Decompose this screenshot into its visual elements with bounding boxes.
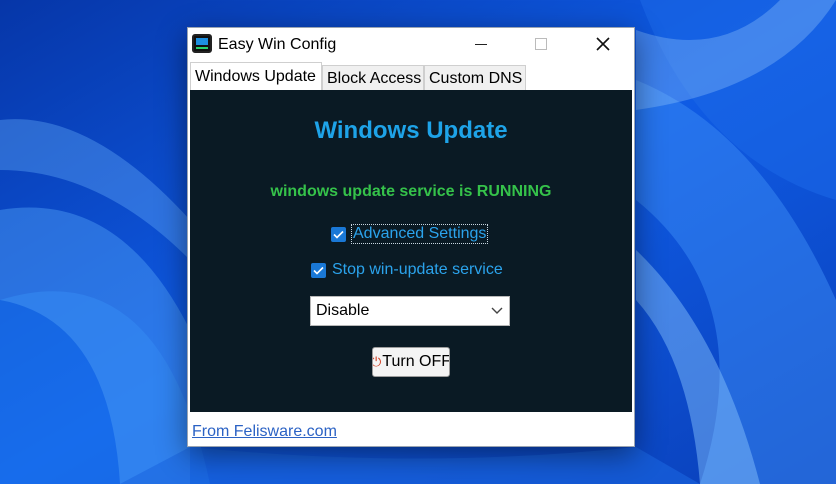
stop-service-checkbox[interactable]: Stop win-update service: [311, 261, 504, 279]
turn-off-label: Turn OFF: [382, 353, 450, 370]
tab-block-access[interactable]: Block Access: [322, 65, 424, 90]
mode-select[interactable]: Disable: [310, 296, 510, 326]
windows-update-panel: Windows Update windows update service is…: [190, 90, 632, 412]
minimize-icon: [475, 43, 487, 45]
check-icon: [333, 230, 344, 239]
maximize-icon: [535, 38, 547, 50]
advanced-settings-label[interactable]: Advanced Settings: [351, 224, 489, 244]
close-button[interactable]: [580, 28, 626, 60]
checkbox-box[interactable]: [331, 226, 346, 242]
chevron-down-icon: [491, 307, 503, 314]
advanced-settings-checkbox[interactable]: Advanced Settings: [331, 224, 489, 244]
panel-heading: Windows Update: [314, 117, 508, 144]
stop-service-label[interactable]: Stop win-update service: [331, 261, 504, 279]
title-bar[interactable]: Easy Win Config: [188, 28, 634, 62]
window-title: Easy Win Config: [218, 36, 337, 53]
maximize-button[interactable]: [518, 28, 564, 60]
checkbox-box[interactable]: [311, 262, 326, 278]
close-icon: [596, 37, 610, 51]
felisware-link[interactable]: From Felisware.com: [192, 423, 337, 441]
mode-select-value: Disable: [316, 302, 370, 319]
tab-custom-dns[interactable]: Custom DNS: [424, 65, 526, 90]
service-status: windows update service is RUNNING: [270, 183, 552, 200]
app-monitor-icon: [192, 34, 212, 53]
check-icon: [313, 266, 324, 275]
minimize-button[interactable]: [458, 28, 504, 60]
tab-windows-update[interactable]: Windows Update: [190, 62, 322, 90]
tab-bar: Windows Update Block Access Custom DNS: [188, 62, 634, 90]
turn-off-button[interactable]: ⏻ Turn OFF: [372, 347, 450, 377]
power-icon: ⏻: [372, 354, 382, 369]
app-window: Easy Win Config Windows Update Block Acc…: [187, 27, 635, 447]
